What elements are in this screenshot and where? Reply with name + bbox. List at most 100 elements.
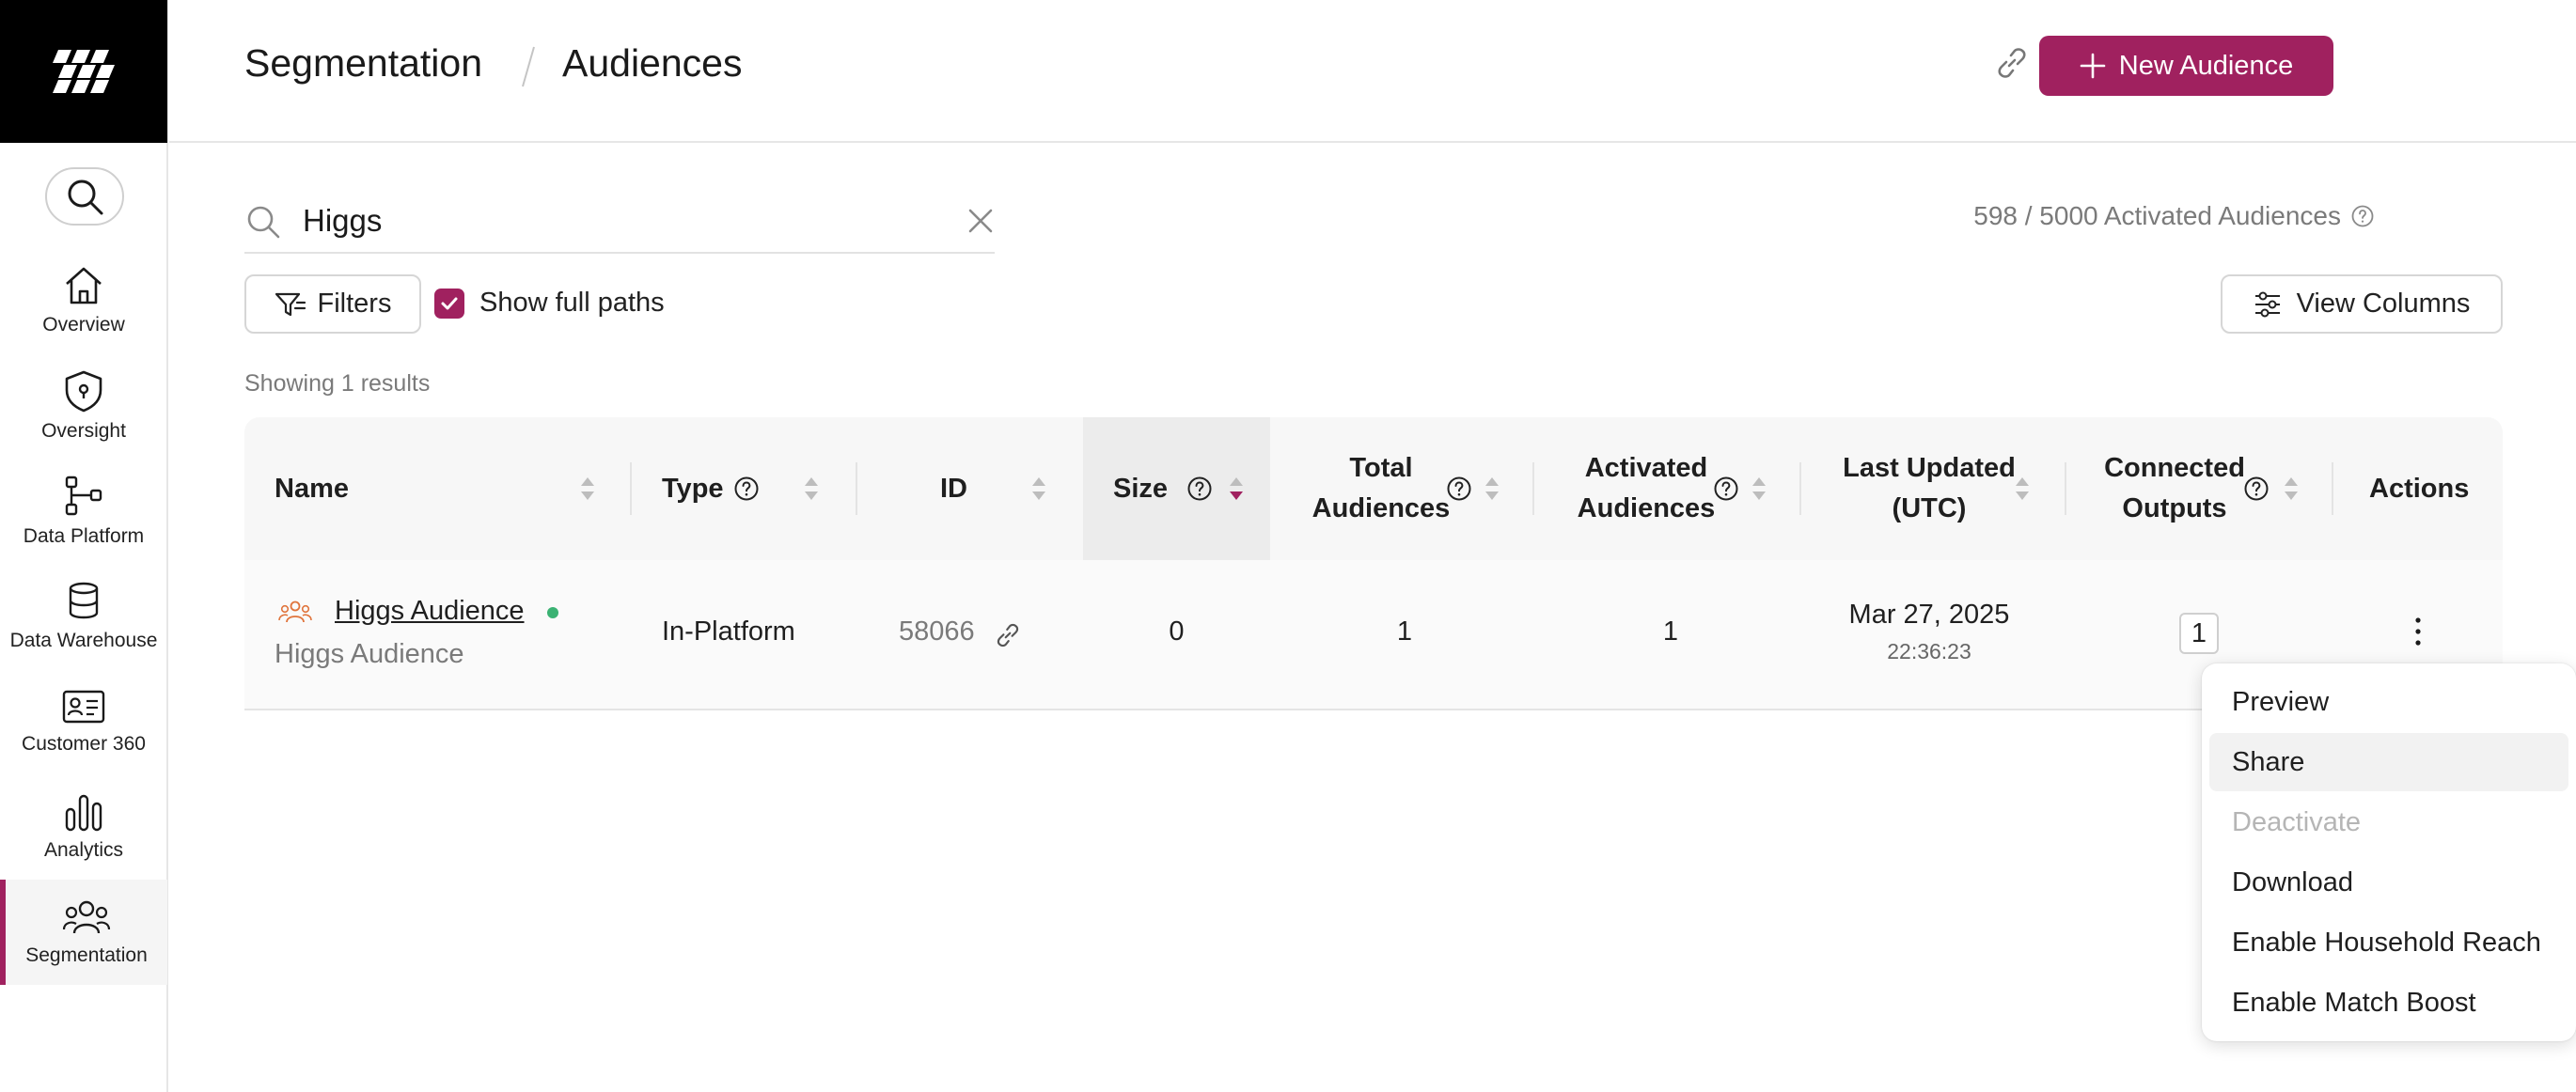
sidebar: Overview Oversight Data Platform Data Wa… [0, 0, 168, 1092]
filters-label: Filters [317, 289, 392, 319]
sidebar-item-label: Customer 360 [22, 733, 146, 755]
sidebar-item-segmentation[interactable]: Segmentation [0, 880, 167, 985]
total-audiences-value: 1 [1396, 616, 1413, 647]
link-icon [1998, 48, 2026, 78]
help-icon[interactable] [1186, 476, 1213, 502]
help-icon[interactable] [1713, 476, 1739, 502]
column-header-last-updated[interactable]: Last Updated (UTC) [1814, 417, 2044, 560]
breadcrumb-root[interactable]: Segmentation [244, 41, 482, 86]
sort-descending-icon[interactable] [1228, 476, 1245, 502]
new-audience-button[interactable]: New Audience [2039, 36, 2333, 96]
logo[interactable] [0, 0, 167, 143]
view-columns-button[interactable]: View Columns [2221, 274, 2503, 334]
new-audience-label: New Audience [2118, 50, 2294, 81]
column-divider [630, 462, 632, 515]
column-header-label: Last Updated (UTC) [1843, 453, 2016, 523]
sort-icon[interactable] [1030, 476, 1047, 502]
database-icon [69, 582, 99, 619]
sidebar-item-overview[interactable]: Overview [0, 248, 167, 353]
column-divider [856, 462, 857, 515]
menu-item-preview[interactable]: Preview [2209, 673, 2576, 731]
sidebar-item-label: Oversight [41, 420, 126, 442]
sort-icon[interactable] [1751, 476, 1767, 502]
column-header-type[interactable]: Type [662, 417, 724, 560]
show-full-paths-toggle[interactable]: Show full paths [434, 288, 665, 319]
sidebar-item-data-warehouse[interactable]: Data Warehouse [0, 564, 167, 669]
help-icon[interactable] [733, 476, 760, 502]
column-header-size[interactable]: Size [1113, 417, 1168, 560]
column-header-connected-outputs[interactable]: Connected Outputs [2081, 417, 2268, 560]
column-divider [2065, 462, 2066, 515]
home-icon [66, 267, 102, 304]
column-header-name[interactable]: Name [275, 417, 594, 560]
table-row[interactable]: Higgs Audience Higgs Audience In-Platfor… [244, 560, 2503, 710]
column-header-label: Activated Audiences [1577, 453, 1716, 523]
link-icon[interactable] [993, 620, 1023, 650]
column-header-label: Connected Outputs [2104, 453, 2245, 523]
audience-id: 58066 [899, 616, 975, 647]
logo-icon [53, 50, 115, 93]
help-icon[interactable] [1446, 476, 1472, 502]
audience-size: 0 [1169, 616, 1185, 647]
column-header-id[interactable]: ID [940, 417, 967, 560]
menu-item-download[interactable]: Download [2209, 853, 2576, 912]
view-columns-label: View Columns [2296, 289, 2471, 319]
show-full-paths-checkbox[interactable] [434, 288, 464, 319]
sort-icon[interactable] [579, 476, 596, 502]
help-icon[interactable] [2350, 204, 2375, 228]
actions-menu: Preview Share Deactivate Download Enable… [2202, 663, 2576, 1041]
bar-chart-icon [65, 794, 102, 832]
audience-icon [278, 601, 312, 623]
sidebar-item-oversight[interactable]: Oversight [0, 353, 167, 459]
menu-item-deactivate: Deactivate [2232, 806, 2362, 837]
data-platform-icon [65, 476, 102, 516]
sidebar-item-analytics[interactable]: Analytics [0, 774, 167, 880]
column-header-actions: Actions [2369, 417, 2469, 560]
sidebar-item-customer-360[interactable]: Customer 360 [0, 669, 167, 774]
results-count: Showing 1 results [244, 370, 431, 397]
sidebar-item-label: Data Platform [23, 525, 145, 547]
show-full-paths-label: Show full paths [479, 288, 665, 318]
sort-icon[interactable] [1484, 476, 1500, 502]
column-header-label: Name [275, 473, 349, 504]
check-icon [441, 297, 458, 309]
menu-item-enable-household-reach[interactable]: Enable Household Reach [2209, 913, 2576, 972]
copy-link-button[interactable] [1990, 41, 2034, 85]
sidebar-item-data-platform[interactable]: Data Platform [0, 459, 167, 564]
more-vertical-icon[interactable] [2407, 613, 2429, 650]
id-card-icon [62, 690, 105, 724]
search-input[interactable]: Higgs [244, 195, 995, 254]
audiences-table: Name Type ID Size Total Audiences Activa… [244, 417, 2503, 710]
sidebar-item-label: Overview [42, 314, 125, 335]
audience-name-link[interactable]: Higgs Audience [335, 596, 525, 627]
sort-icon[interactable] [803, 476, 820, 502]
search-icon [68, 179, 103, 215]
column-divider [1799, 462, 1801, 515]
column-header-label: Size [1113, 473, 1169, 504]
page-title: Audiences [562, 41, 743, 85]
column-divider [2332, 462, 2333, 515]
help-icon[interactable] [2243, 476, 2270, 502]
last-updated-date: Mar 27, 2025 [1848, 600, 2010, 630]
breadcrumb-separator [522, 46, 535, 87]
search-value: Higgs [303, 203, 383, 238]
menu-item-share[interactable]: Share [2209, 733, 2568, 791]
sort-icon[interactable] [2014, 476, 2031, 502]
connected-outputs-badge[interactable]: 1 [2179, 613, 2219, 654]
activated-audiences-value: 1 [1662, 616, 1679, 647]
sliders-icon [2254, 291, 2280, 317]
filters-button[interactable]: Filters [244, 274, 421, 334]
sidebar-item-label: Data Warehouse [9, 630, 158, 651]
sidebar-item-label: Analytics [43, 839, 124, 861]
shield-icon [65, 370, 102, 413]
audience-path: Higgs Audience [275, 639, 464, 669]
sort-icon[interactable] [2283, 476, 2300, 502]
status-active-dot [547, 607, 558, 618]
activated-audiences-text: 598 / 5000 Activated Audiences [1973, 201, 2341, 230]
close-icon[interactable] [966, 207, 995, 235]
sidebar-search-button[interactable] [45, 167, 124, 226]
sidebar-item-label: Segmentation [25, 944, 148, 966]
activated-audiences-count: 598 / 5000 Activated Audiences [1973, 201, 2375, 231]
menu-item-enable-match-boost[interactable]: Enable Match Boost [2209, 974, 2576, 1032]
column-header-label: Total Audiences [1312, 453, 1451, 523]
